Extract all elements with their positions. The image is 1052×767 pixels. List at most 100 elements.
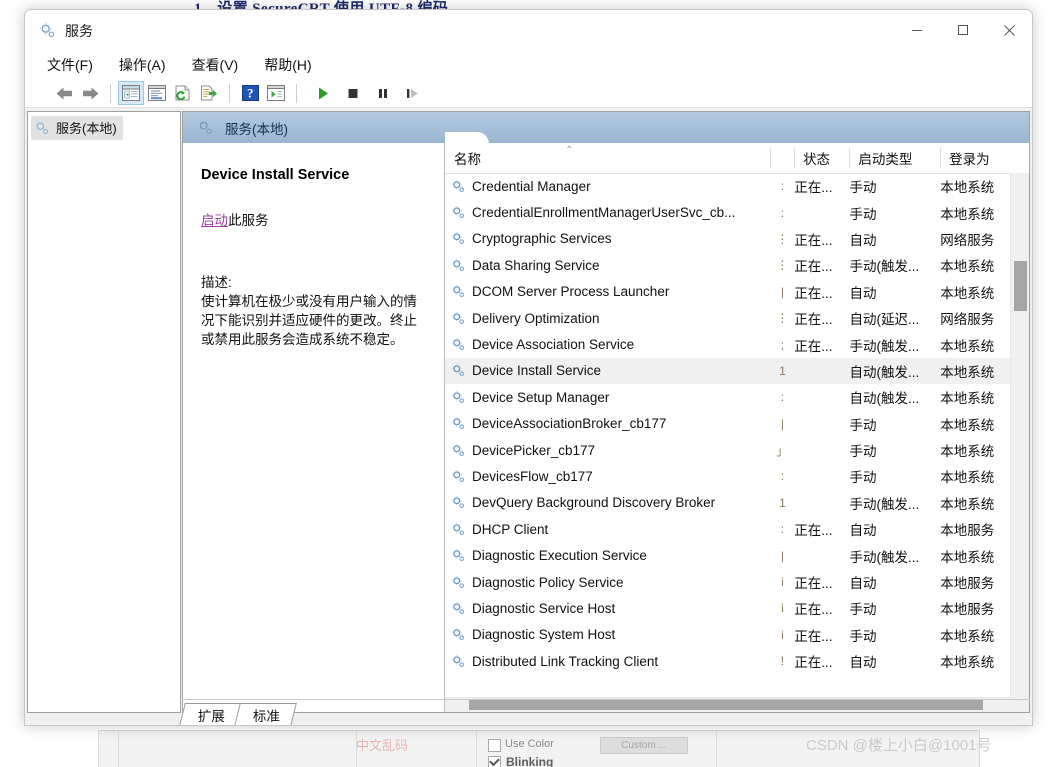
service-name-label: Diagnostic System Host [472, 627, 616, 643]
export-list-button[interactable] [196, 81, 222, 105]
table-row[interactable]: Cryptographic Services ⋮ 正在... 自动 网络服务 [445, 226, 1029, 252]
service-action-line: 启动此服务 [201, 209, 430, 229]
description-text: 使计算机在极少或没有用户输入的情况下能识别并适应硬件的更改。终止或禁用此服务会造… [201, 294, 417, 347]
window-controls [894, 10, 1032, 50]
forward-button[interactable] [77, 81, 103, 105]
scrollbar-thumb[interactable] [1014, 261, 1027, 311]
table-row[interactable]: Diagnostic System Host i 正在... 手动 本地系统 [445, 622, 1029, 648]
table-row[interactable]: Credential Manager: 正在... 手动 本地系统 [445, 173, 1029, 199]
cell-status: 正在... [794, 655, 833, 671]
properties-button[interactable] [144, 81, 170, 105]
console-tree-icon [122, 85, 140, 101]
table-row[interactable]: Distributed Link Tracking Client! 正在... 自动… [445, 648, 1029, 674]
services-gear-icon [197, 119, 212, 134]
menu-action[interactable]: 操作(A) [119, 55, 166, 75]
background-custom-button[interactable]: Custom ... [600, 737, 688, 754]
column-header-name[interactable]: 名称 ⌃ [445, 143, 770, 173]
menu-help[interactable]: 帮助(H) [264, 55, 311, 75]
show-action-pane-button[interactable] [263, 81, 289, 105]
sidebar-item-services-local[interactable]: 服务(本地) [31, 116, 123, 140]
table-row[interactable]: Device Setup Manager: 自动(触发... 本地系统 [445, 384, 1029, 410]
service-gear-icon [451, 364, 465, 377]
cell-startup-type: 自动(延迟... [849, 312, 920, 328]
service-name-label: DCOM Server Process Launcher [472, 284, 670, 300]
scrollbar-thumb[interactable] [469, 700, 983, 710]
pause-service-button[interactable] [370, 81, 396, 105]
service-gear-icon [451, 654, 465, 667]
table-row[interactable]: DevicePicker_cb177」手动 本地系统 [445, 437, 1029, 463]
service-name-label: Distributed Link Tracking Client [472, 653, 659, 669]
service-name-label: Diagnostic Service Host [472, 600, 616, 616]
table-row[interactable]: CredentialEnrollmentManagerUserSvc_cb...… [445, 199, 1029, 225]
cell-service-name: DevicesFlow_cb177 [445, 469, 771, 484]
services-window: 服务 文件(F) 操作(A) 查看(V) 帮助(H) ? 服务(本地) 服务(本… [24, 9, 1033, 726]
table-row[interactable]: Diagnostic Execution Service | 手动(触发... 本地系… [445, 542, 1029, 568]
refresh-icon [175, 85, 190, 101]
column-header-logon[interactable]: 登录为 [940, 143, 1029, 173]
background-checkbox-usecolor[interactable] [488, 739, 501, 752]
table-row[interactable]: Diagnostic Policy Service i 正在... 自动 本地服务 [445, 569, 1029, 595]
service-gear-icon [451, 417, 465, 430]
menu-bar: 文件(F) 操作(A) 查看(V) 帮助(H) [25, 51, 1032, 79]
cell-service-name: Diagnostic System Host [445, 627, 771, 642]
cell-clipped: | [780, 284, 784, 299]
cell-clipped: ; [780, 337, 785, 352]
table-row[interactable]: Diagnostic Service Host i 正在... 手动 本地服务 [445, 595, 1029, 621]
column-header-startup[interactable]: 启动类型 [849, 143, 940, 173]
maximize-button[interactable] [940, 10, 986, 50]
background-checkbox-blinking[interactable] [488, 756, 501, 767]
table-row[interactable]: DHCP Client: 正在... 自动 本地服务 [445, 516, 1029, 542]
table-row[interactable]: DevicesFlow_cb177: 手动 本地系统 [445, 463, 1029, 489]
cell-clipped: ! [780, 654, 785, 669]
restart-service-button[interactable] [400, 81, 426, 105]
cell-status: 正在... [794, 232, 833, 248]
table-row[interactable]: DCOM Server Process Launcher | 正在... 自动 本地系统 [445, 279, 1029, 305]
close-button[interactable] [986, 10, 1032, 50]
cell-clipped: ⋮ [776, 231, 789, 246]
cell-startup-type: 自动 [849, 655, 877, 671]
services-gear-icon [39, 22, 55, 38]
cell-clipped: i [781, 601, 784, 616]
cell-startup-type: 自动 [849, 523, 877, 539]
menu-view[interactable]: 查看(V) [192, 55, 239, 75]
table-row[interactable]: DeviceAssociationBroker_cb177 | 手动 本地系统 [445, 411, 1029, 437]
tab-standard-label: 标准 [252, 709, 280, 724]
stop-icon [348, 88, 358, 98]
start-service-button[interactable] [310, 81, 336, 105]
cell-startup-type: 自动 [849, 232, 877, 248]
service-name-label: Diagnostic Policy Service [472, 574, 624, 590]
listview-vertical-scrollbar[interactable] [1010, 173, 1029, 712]
column-header-logon-label: 登录为 [949, 152, 990, 167]
pane-header-title: 服务(本地) [225, 122, 288, 137]
tab-extended[interactable]: 扩展 [179, 703, 242, 725]
menu-file[interactable]: 文件(F) [47, 55, 93, 75]
pane-header: 服务(本地) [183, 112, 1029, 144]
minimize-button[interactable] [894, 10, 940, 50]
table-row[interactable]: Device Association Service; 正在... 手动(触发...… [445, 331, 1029, 357]
table-row[interactable]: Delivery Optimization ⋮ 正在... 自动(延迟... 网络服务 [445, 305, 1029, 331]
column-header-name-label: 名称 [454, 152, 481, 167]
tab-standard[interactable]: 标准 [234, 703, 297, 725]
show-hide-tree-button[interactable] [118, 81, 144, 105]
help-button[interactable]: ? [237, 81, 263, 105]
stop-service-button[interactable] [340, 81, 366, 105]
column-header-status[interactable]: 状态 [794, 143, 849, 173]
description-label: 描述: [201, 275, 232, 290]
cell-service-name: Data Sharing Service [445, 258, 771, 273]
service-gear-icon [451, 575, 465, 588]
service-name-label: Cryptographic Services [472, 231, 612, 247]
table-row[interactable]: Data Sharing Service ⋮ 正在... 手动(触发... 本地系统 [445, 252, 1029, 278]
start-service-link[interactable]: 启动 [201, 213, 228, 228]
refresh-button[interactable] [170, 81, 196, 105]
service-gear-icon [451, 549, 465, 562]
screen: 1、设置 SecureCRT 使用 UTF-8 编码 中文乱码 Use Colo… [0, 0, 1052, 767]
cell-startup-type: 手动 [849, 180, 877, 196]
table-row[interactable]: Device Install Service 1 自动(触发... 本地系统 [445, 357, 1029, 385]
service-name-label: Credential Manager [472, 178, 591, 194]
back-button[interactable] [51, 81, 77, 105]
cell-clipped: : [780, 522, 785, 537]
cell-service-name: Device Association Service [445, 337, 771, 352]
column-header-clipped[interactable] [770, 143, 794, 173]
cell-startup-type: 自动(触发... [849, 364, 920, 380]
table-row[interactable]: DevQuery Background Discovery Broker 1 手动(… [445, 490, 1029, 516]
